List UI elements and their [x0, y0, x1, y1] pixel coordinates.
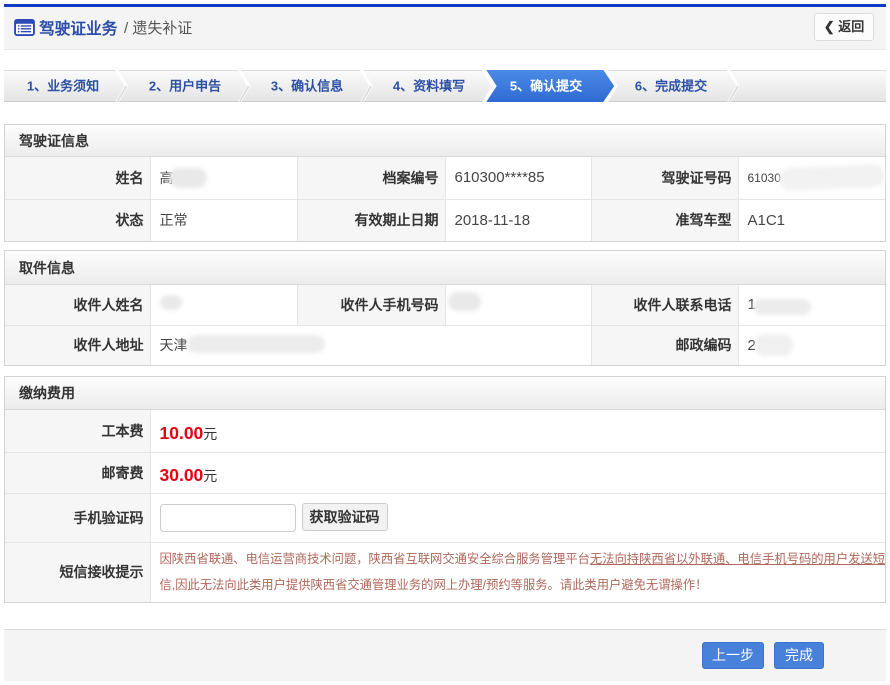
svg-text:5、确认提交: 5、确认提交	[510, 79, 582, 94]
svg-text:3、确认信息: 3、确认信息	[271, 79, 343, 94]
svg-text:6、完成提交: 6、完成提交	[635, 79, 707, 94]
svg-text:2、用户申告: 2、用户申告	[149, 79, 221, 94]
svg-text:1、业务须知: 1、业务须知	[27, 79, 99, 94]
svg-text:4、资料填写: 4、资料填写	[393, 79, 465, 94]
